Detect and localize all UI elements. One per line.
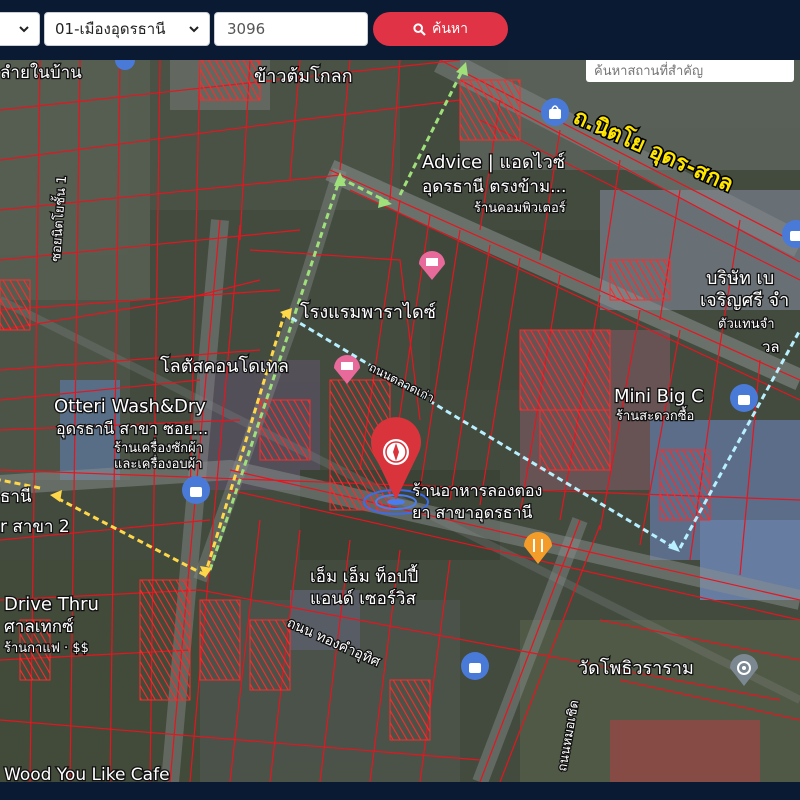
- map-label-company-2: เจริญศรี จำ: [700, 290, 789, 311]
- chevron-down-icon: [19, 26, 29, 33]
- map-label-restaurant-1: ร้านอาหารลองตอง: [412, 481, 542, 500]
- map-label-mm-1: เอ็ม เอ็ม ท็อปปี้: [310, 564, 418, 587]
- map-label-drive-thru-2: ศาลเทกซ์: [4, 617, 74, 637]
- map-label-top-left: ลำยในบ้าน: [0, 62, 82, 83]
- province-select[interactable]: [0, 12, 40, 46]
- top-toolbar: 01-เมืองอุดรธานี ค้นหา: [0, 0, 800, 60]
- map-label-paradise-hotel: โรงแรมพาราไดซ์: [300, 301, 436, 323]
- map-canvas[interactable]: ลำยในบ้าน ข้าวต้มโกลก Advice | แอดไวซ์ อ…: [0, 60, 800, 782]
- map-label-advice-3: ร้านคอมพิวเตอร์: [474, 200, 566, 216]
- map-label-condotel: โลตัสคอนโดเทล: [160, 355, 289, 377]
- map-label-advice-2: อุดรธานี ตรงข้าม...: [422, 177, 566, 197]
- map-label-drive-thru-3: ร้านกาแฟ · $$: [4, 641, 89, 656]
- map-label-restaurant-2: ยา สาขาอุดรธานี: [412, 503, 532, 523]
- map-label-mini-bigc: Mini Big C: [614, 386, 704, 407]
- map-label-company-4: วล: [762, 338, 780, 356]
- place-search-input[interactable]: [586, 60, 794, 82]
- map-label-company-3: ตัวแทนจำ: [718, 317, 775, 332]
- map-label-advice-1: Advice | แอดไวซ์: [422, 151, 565, 173]
- map-label-drive-thru-1: Drive Thru: [4, 594, 99, 615]
- shopping-bag-icon[interactable]: [182, 476, 210, 504]
- map-label-otteri-1: Otteri Wash&Dry: [54, 396, 206, 417]
- search-button-label: ค้นหา: [431, 21, 469, 37]
- map-view[interactable]: ลำยในบ้าน ข้าวต้มโกลก Advice | แอดไวซ์ อ…: [0, 60, 800, 782]
- chevron-down-icon: [189, 26, 199, 33]
- shopping-bag-icon[interactable]: [730, 384, 758, 412]
- parcel-code-input[interactable]: [214, 12, 368, 46]
- map-label-otteri-4: และเครื่องอบผ้า: [114, 455, 203, 472]
- map-label-otteri-3: ร้านเครื่องซักผ้า: [114, 439, 203, 456]
- map-label-mm-2: แอนด์ เซอร์วิส: [310, 589, 416, 609]
- map-label-temple: วัดโพธิวราราม: [578, 657, 694, 679]
- bottom-bar: [0, 782, 800, 800]
- map-label-left-2: r สาขา 2: [0, 517, 70, 537]
- district-select[interactable]: 01-เมืองอุดรธานี: [44, 12, 210, 46]
- search-button[interactable]: ค้นหา: [373, 12, 508, 46]
- search-icon: [413, 22, 426, 36]
- map-label-company-1: บริษัท เบ: [706, 268, 774, 289]
- map-label-wood-cafe: Wood You Like Cafe: [4, 765, 170, 782]
- map-label-rice-soup: ข้าวต้มโกลก: [254, 65, 353, 87]
- map-label-mini-bigc-sub: ร้านสะดวกซื้อ: [616, 406, 694, 424]
- shopping-bag-icon[interactable]: [461, 652, 489, 680]
- map-label-left-1: ธานี: [0, 487, 32, 507]
- map-label-otteri-2: อุดรธานี สาขา ซอย...: [56, 419, 208, 439]
- shopping-bag-icon[interactable]: [541, 98, 569, 126]
- district-select-value: 01-เมืองอุดรธานี: [55, 20, 166, 38]
